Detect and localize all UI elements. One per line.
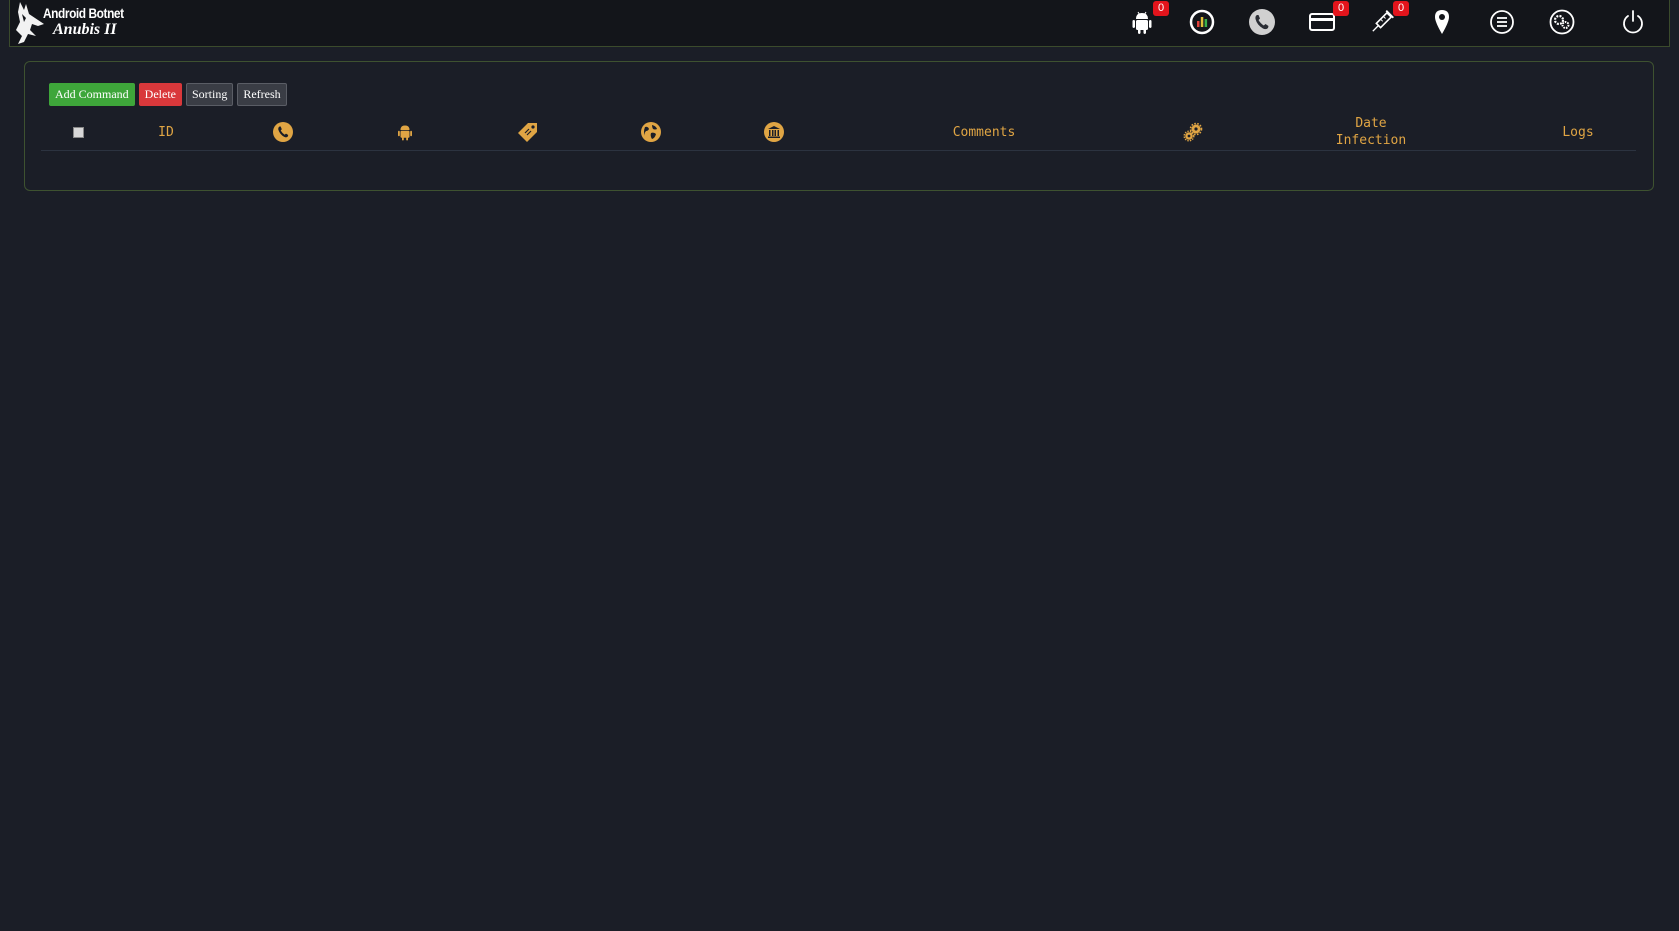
nav-logs[interactable] bbox=[1487, 7, 1517, 37]
map-pin-icon bbox=[1435, 10, 1449, 34]
nav-location[interactable] bbox=[1427, 7, 1457, 37]
nav-stats[interactable] bbox=[1187, 7, 1217, 37]
stats-icon bbox=[1189, 9, 1215, 35]
delete-button[interactable]: Delete bbox=[138, 83, 182, 106]
column-android-version[interactable] bbox=[375, 114, 435, 150]
android-icon bbox=[398, 125, 412, 141]
list-icon bbox=[1490, 10, 1514, 34]
table-header: ID Comments Date Infection Logs bbox=[41, 114, 1636, 151]
add-command-button[interactable]: Add Command bbox=[49, 83, 135, 106]
cards-count-badge: 0 bbox=[1333, 1, 1349, 16]
column-id[interactable]: ID bbox=[136, 114, 196, 150]
nav-bots[interactable]: 0 bbox=[1127, 1, 1169, 37]
bots-count-badge: 0 bbox=[1153, 1, 1169, 16]
tag-icon bbox=[518, 123, 537, 142]
column-comments[interactable]: Comments bbox=[924, 114, 1044, 150]
brand-line-2: Anubis II bbox=[53, 21, 117, 38]
phone-icon bbox=[1249, 9, 1275, 35]
nav-logout[interactable] bbox=[1618, 7, 1648, 37]
column-tag[interactable] bbox=[498, 114, 558, 150]
select-all-column bbox=[63, 114, 93, 150]
sorting-button[interactable]: Sorting bbox=[185, 83, 234, 106]
column-date-infection[interactable]: Date Infection bbox=[1311, 114, 1431, 150]
phone-icon bbox=[273, 122, 293, 142]
refresh-button[interactable]: Refresh bbox=[237, 83, 287, 106]
brand-line-1: Android Botnet bbox=[43, 5, 124, 21]
power-icon bbox=[1623, 10, 1643, 34]
nav-settings[interactable] bbox=[1547, 7, 1577, 37]
bank-icon bbox=[764, 122, 784, 142]
column-banks[interactable] bbox=[744, 114, 804, 150]
top-navbar: Android Botnet Anubis II 0 0 0 bbox=[9, 0, 1670, 47]
nav-calls[interactable] bbox=[1247, 7, 1277, 37]
nav-cards[interactable]: 0 bbox=[1307, 1, 1349, 37]
globe-icon bbox=[641, 122, 661, 142]
nav-injects[interactable]: 0 bbox=[1367, 1, 1409, 37]
select-all-checkbox[interactable] bbox=[72, 126, 84, 138]
gears-icon bbox=[1183, 122, 1203, 142]
brand-logo[interactable]: Android Botnet Anubis II bbox=[14, 0, 129, 46]
injects-count-badge: 0 bbox=[1393, 1, 1409, 16]
bots-panel: Add Command Delete Sorting Refresh ID Co… bbox=[24, 61, 1654, 191]
settings-icon bbox=[1549, 9, 1575, 35]
toolbar: Add Command Delete Sorting Refresh bbox=[49, 83, 291, 106]
column-country[interactable] bbox=[621, 114, 681, 150]
column-phone[interactable] bbox=[253, 114, 313, 150]
column-logs[interactable]: Logs bbox=[1548, 114, 1608, 150]
column-settings[interactable] bbox=[1163, 114, 1223, 150]
